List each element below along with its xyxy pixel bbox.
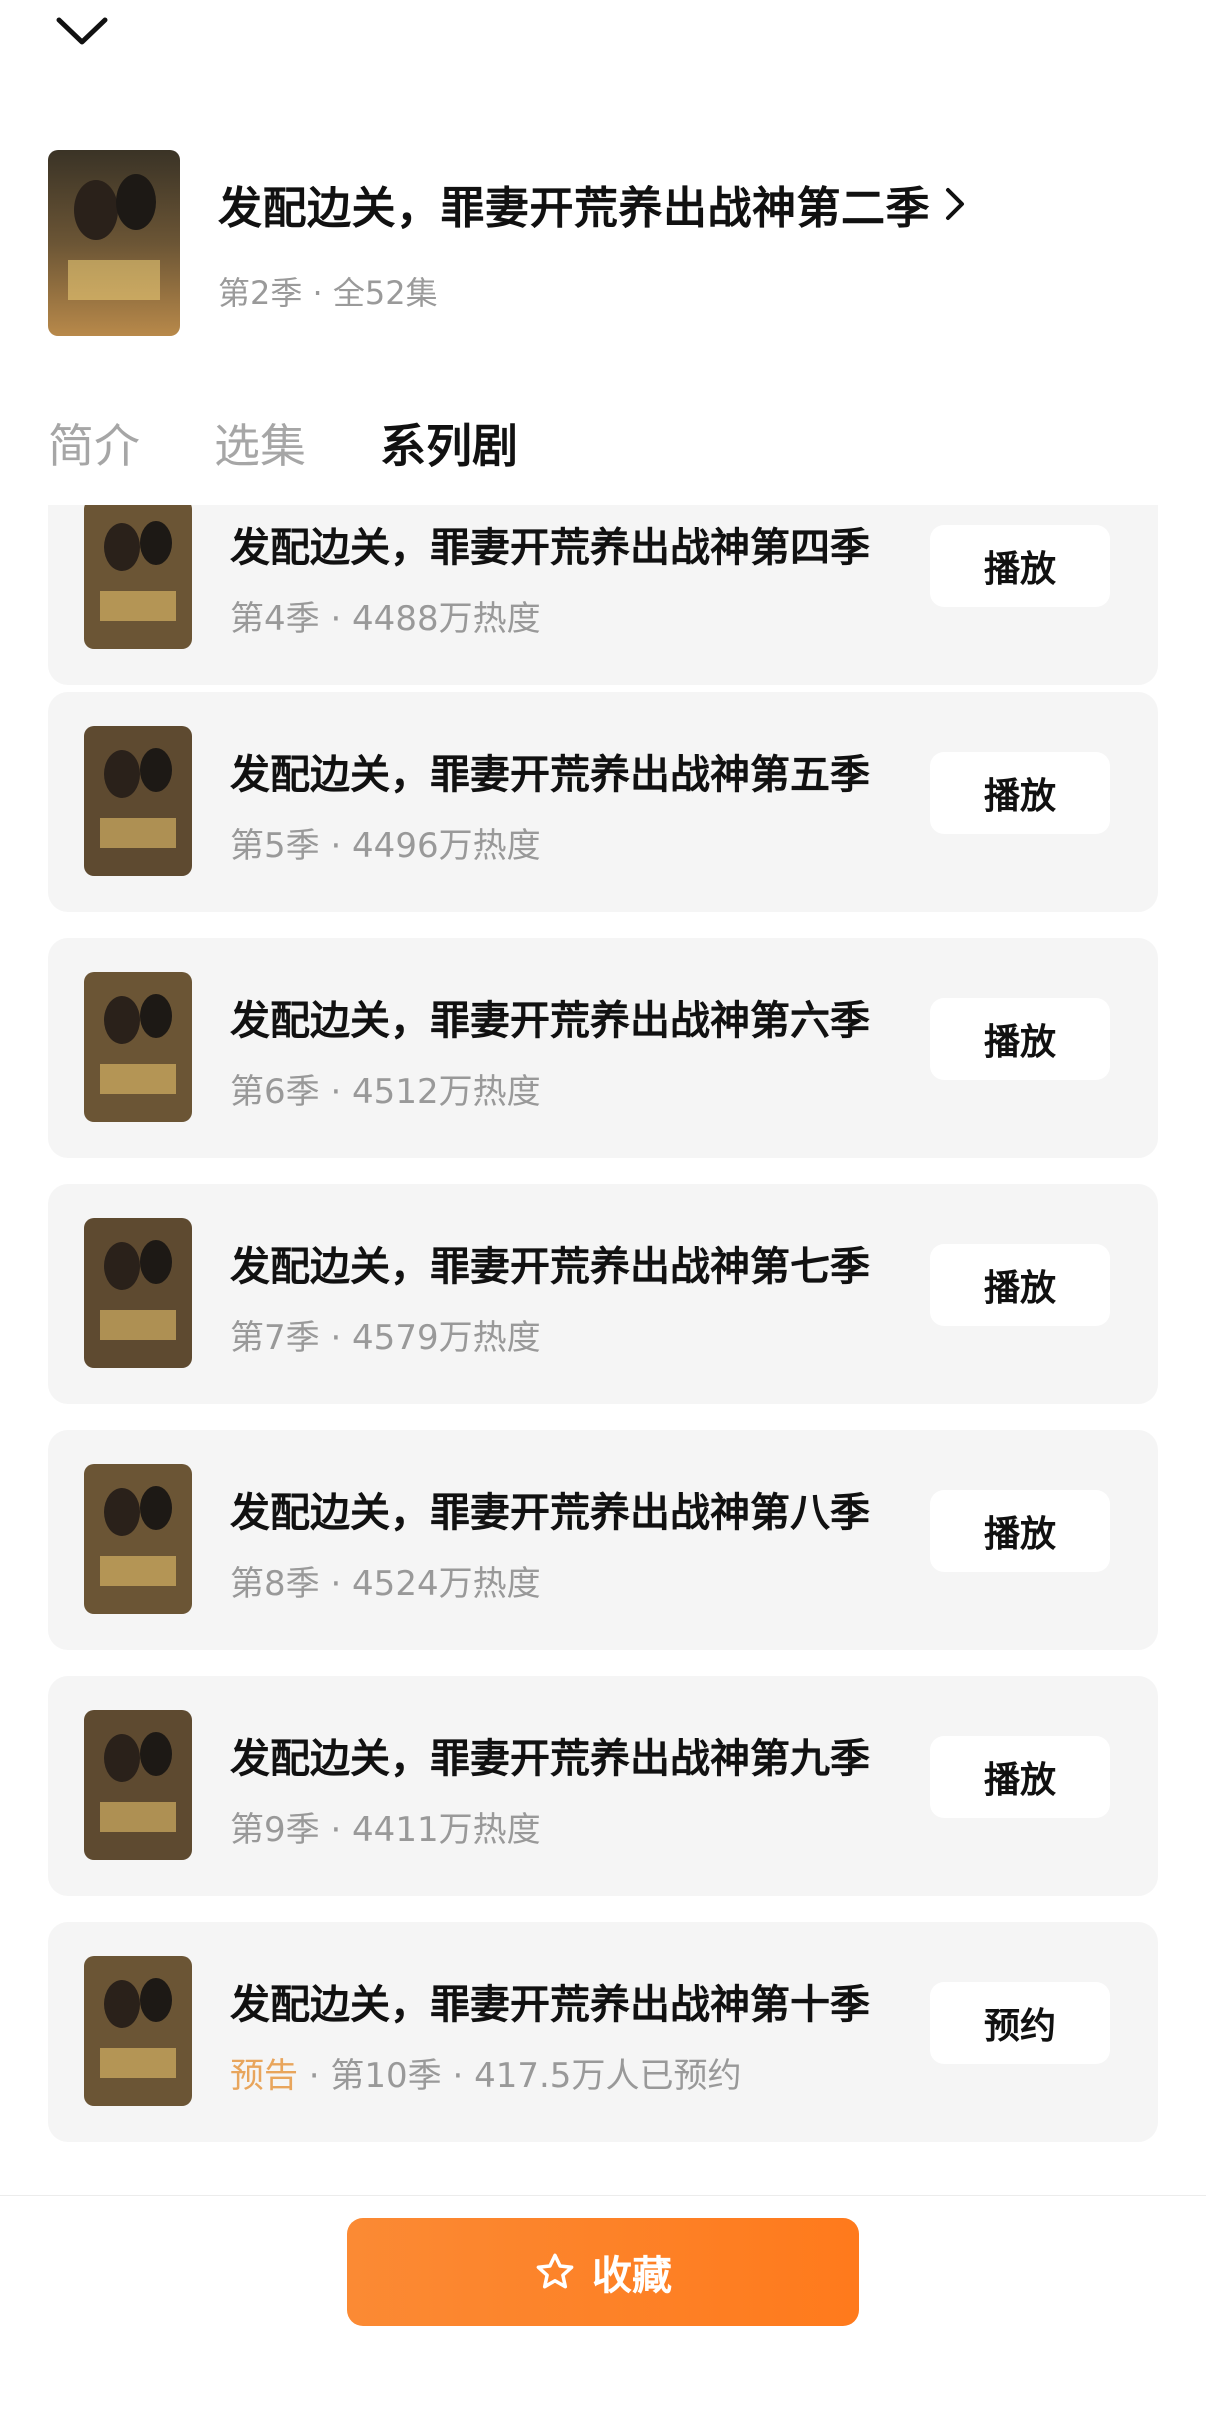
series-title: 发配边关，罪妻开荒养出战神第四季 <box>230 525 870 571</box>
series-cover-image <box>84 505 192 649</box>
series-title: 发配边关，罪妻开荒养出战神第七季 <box>230 1244 870 1290</box>
series-list[interactable]: 发配边关，罪妻开荒养出战神第四季 第4季 · 4488万热度 播放 发配边关，罪… <box>0 505 1206 2195</box>
tab-episodes[interactable]: 选集 <box>214 410 306 476</box>
chevron-right-icon <box>944 186 966 222</box>
drama-cover-image <box>48 150 180 336</box>
play-button[interactable]: 播放 <box>930 998 1110 1080</box>
series-meta: 第8季 · 4524万热度 <box>230 1564 541 1604</box>
favorite-label: 收藏 <box>592 2253 672 2299</box>
series-meta: 第4季 · 4488万热度 <box>230 599 541 639</box>
series-title: 发配边关，罪妻开荒养出战神第十季 <box>230 1982 870 2028</box>
drama-meta: 第2季 · 全52集 <box>218 274 438 312</box>
favorite-button[interactable]: 收藏 <box>347 2218 859 2326</box>
tab-bar: 简介 选集 系列剧 <box>48 408 592 478</box>
drama-header: 发配边关，罪妻开荒养出战神第二季 第2季 · 全52集 <box>48 150 1158 336</box>
series-cover-image <box>84 1218 192 1368</box>
tab-intro[interactable]: 简介 <box>48 410 140 476</box>
play-button[interactable]: 播放 <box>930 1736 1110 1818</box>
series-title: 发配边关，罪妻开荒养出战神第五季 <box>230 752 870 798</box>
bottom-bar: 收藏 <box>0 2195 1206 2427</box>
series-card[interactable]: 发配边关，罪妻开荒养出战神第八季 第8季 · 4524万热度 播放 <box>48 1430 1158 1650</box>
series-cover-image <box>84 1956 192 2106</box>
series-meta: 第7季 · 4579万热度 <box>230 1318 541 1358</box>
series-card[interactable]: 发配边关，罪妻开荒养出战神第十季 预告 · 第10季 · 417.5万人已预约 … <box>48 1922 1158 2142</box>
series-cover-image <box>84 972 192 1122</box>
preview-tag: 预告 <box>230 2056 298 2096</box>
series-title: 发配边关，罪妻开荒养出战神第九季 <box>230 1736 870 1782</box>
series-cover-image <box>84 726 192 876</box>
series-card[interactable]: 发配边关，罪妻开荒养出战神第七季 第7季 · 4579万热度 播放 <box>48 1184 1158 1404</box>
series-cover-image <box>84 1710 192 1860</box>
play-button[interactable]: 播放 <box>930 1244 1110 1326</box>
series-meta: 第6季 · 4512万热度 <box>230 1072 541 1112</box>
play-button[interactable]: 播放 <box>930 752 1110 834</box>
chevron-down-icon <box>56 17 108 45</box>
reserve-button[interactable]: 预约 <box>930 1982 1110 2064</box>
drama-title-link[interactable]: 发配边关，罪妻开荒养出战神第二季 <box>218 172 966 236</box>
series-meta: 第9季 · 4411万热度 <box>230 1810 541 1850</box>
tab-series[interactable]: 系列剧 <box>380 410 518 476</box>
series-cover-image <box>84 1464 192 1614</box>
series-card[interactable]: 发配边关，罪妻开荒养出战神第四季 第4季 · 4488万热度 播放 <box>48 505 1158 685</box>
series-card[interactable]: 发配边关，罪妻开荒养出战神第九季 第9季 · 4411万热度 播放 <box>48 1676 1158 1896</box>
series-card[interactable]: 发配边关，罪妻开荒养出战神第五季 第5季 · 4496万热度 播放 <box>48 692 1158 912</box>
series-meta: 第5季 · 4496万热度 <box>230 826 541 866</box>
series-title: 发配边关，罪妻开荒养出战神第六季 <box>230 998 870 1044</box>
collapse-button[interactable] <box>52 6 112 56</box>
series-card[interactable]: 发配边关，罪妻开荒养出战神第六季 第6季 · 4512万热度 播放 <box>48 938 1158 1158</box>
series-title: 发配边关，罪妻开荒养出战神第八季 <box>230 1490 870 1536</box>
play-button[interactable]: 播放 <box>930 525 1110 607</box>
star-outline-icon <box>536 2253 574 2289</box>
series-meta: 预告 · 第10季 · 417.5万人已预约 <box>230 2056 742 2096</box>
play-button[interactable]: 播放 <box>930 1490 1110 1572</box>
drama-title: 发配边关，罪妻开荒养出战神第二季 <box>218 183 930 234</box>
